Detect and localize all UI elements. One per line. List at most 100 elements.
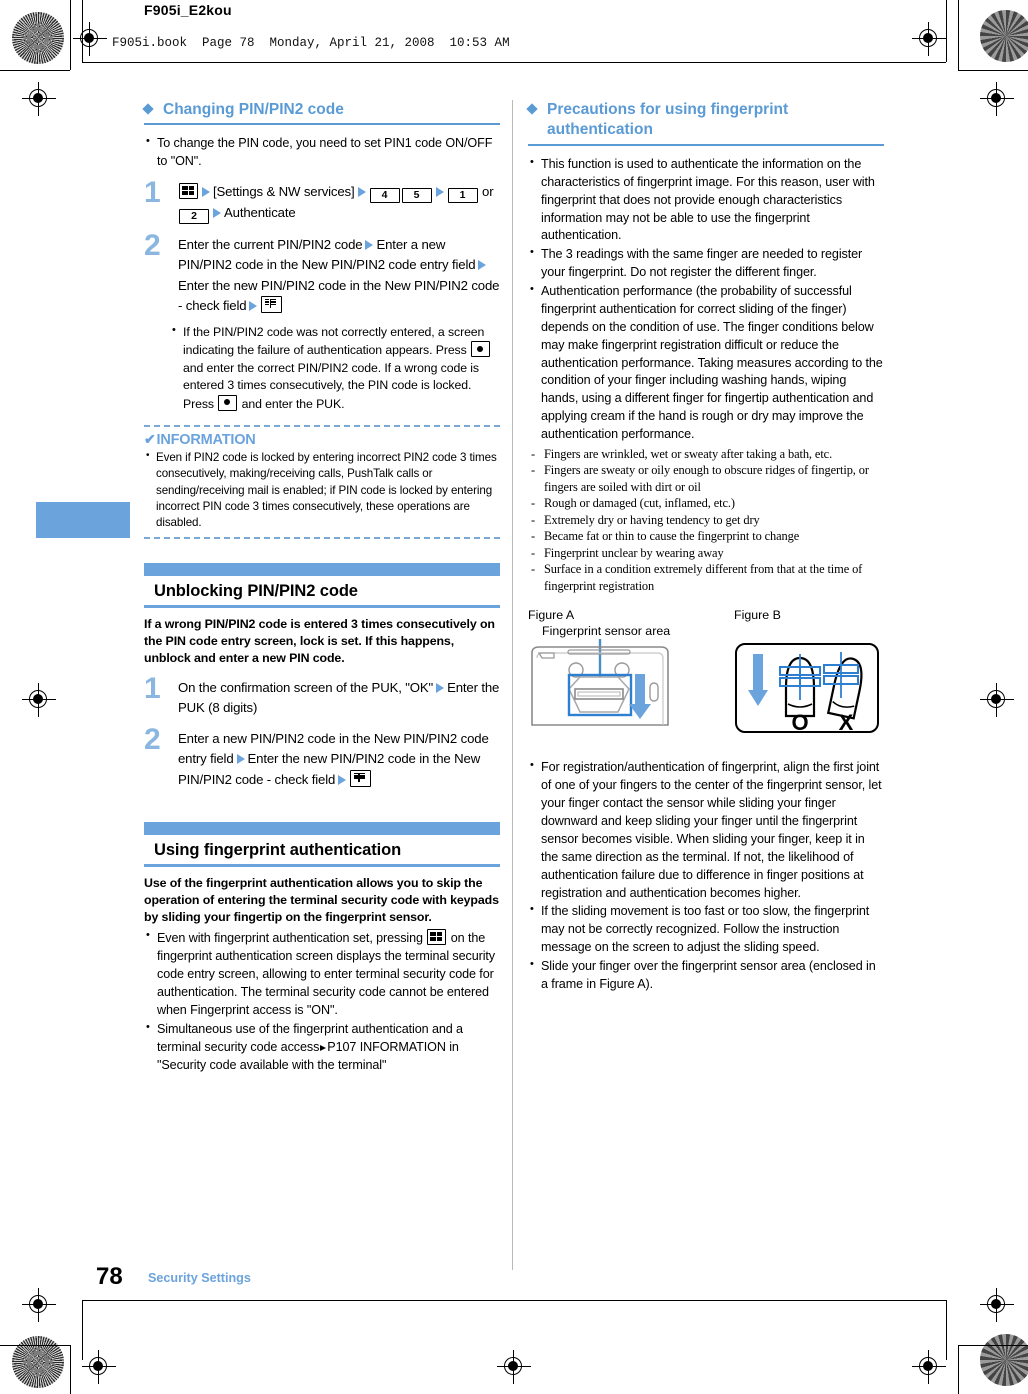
- step-body: On the confirmation screen of the PUK, "…: [178, 678, 500, 718]
- list-item: For registration/authentication of finge…: [528, 758, 884, 902]
- registration-mark-bottom-center: [497, 1350, 531, 1384]
- list-item: Fingers are wrinkled, wet or sweaty afte…: [528, 446, 884, 463]
- heading-precautions-fingerprint: Precautions for using fingerprint authen…: [526, 100, 884, 141]
- figure-b-diagram: O X: [735, 643, 879, 735]
- list-item: Even with fingerprint authentication set…: [144, 928, 500, 1019]
- figures-area: Figure A Fingerprint sensor area Figure …: [528, 608, 884, 753]
- menu-key-icon: [179, 183, 198, 200]
- section-bottom-rule: [144, 863, 500, 867]
- registration-mark-top-left: [73, 22, 107, 56]
- step-text-1: [Settings & NW services]: [213, 184, 355, 200]
- list-item: Rough or damaged (cut, inflamed, etc.): [528, 495, 884, 512]
- subbullet-text-3: and enter the PUK.: [241, 396, 345, 411]
- arrow-icon: [435, 187, 444, 198]
- column-divider: [512, 100, 513, 1270]
- diamond-bullet-icon: [526, 103, 538, 115]
- registration-mark-mid-left: [22, 683, 56, 717]
- arrow-icon: [357, 187, 366, 198]
- intro-bullet-list: To change the PIN code, you need to set …: [144, 134, 500, 171]
- step-text-2: Authenticate: [224, 205, 296, 221]
- figure-b-label: Figure B: [734, 608, 781, 623]
- bullet-text-before: Even with fingerprint authentication set…: [157, 931, 423, 946]
- crop-mark-tl-v: [70, 0, 72, 70]
- header-rule-right: [946, 0, 948, 62]
- step-text-1: On the confirmation screen of the PUK, "…: [178, 679, 434, 695]
- section-unblocking-pin: Unblocking PIN/PIN2 code: [144, 563, 500, 609]
- section-using-fingerprint: Using fingerprint authentication: [144, 821, 500, 867]
- crop-mark-bl-h: [0, 1345, 70, 1347]
- registration-mark-top-right: [912, 22, 946, 56]
- select-key-icon: [218, 394, 238, 411]
- book-key-icon: [261, 295, 283, 313]
- information-title-text: INFORMATION: [156, 432, 256, 449]
- step-body: [Settings & NW services] 4 5 1 or 2 Authentic…: [178, 182, 500, 225]
- footer-rule-left: [82, 1300, 84, 1360]
- step-body: Enter the current PIN/PIN2 code Enter a n…: [178, 235, 500, 316]
- list-item: This function is used to authenticate th…: [528, 155, 884, 245]
- finger-conditions-list: Fingers are wrinkled, wet or sweaty afte…: [528, 446, 884, 595]
- list-item: Authentication performance (the probabil…: [528, 282, 884, 444]
- list-item: If the sliding movement is too fast or t…: [528, 902, 884, 957]
- registration-mark-bottom-right: [912, 1350, 946, 1384]
- list-item: Fingerprint unclear by wearing away: [528, 545, 884, 562]
- step-number: 1: [144, 671, 161, 705]
- arrow-icon: [436, 682, 445, 693]
- arrow-icon: [202, 187, 210, 198]
- footer-rule: [82, 1300, 946, 1302]
- step-1-changing-pin: 1 [Settings & NW services] 4 5 1 or 2 Authent…: [144, 178, 500, 225]
- figure-b-ng-mark: X: [839, 710, 854, 735]
- registration-mark-upper-right: [980, 82, 1014, 116]
- section-intro-text: If a wrong PIN/PIN2 code is entered 3 ti…: [144, 617, 495, 666]
- key-4: 4: [369, 188, 400, 204]
- figure-a-label: Figure A: [528, 608, 575, 623]
- list-item: Fingers are sweaty or oily enough to obs…: [528, 462, 884, 495]
- crop-mark-tr-h: [958, 70, 1028, 72]
- menu-key-icon: [427, 929, 447, 946]
- diamond-bullet-icon: [142, 103, 154, 115]
- key-1: 1: [447, 188, 478, 204]
- list-item: Even if PIN2 code is locked by entering …: [144, 449, 500, 531]
- figure-b: Figure B O X: [734, 608, 884, 743]
- fingerprint-bullet-list: Even with fingerprint authentication set…: [144, 928, 500, 1075]
- list-item: To change the PIN code, you need to set …: [144, 134, 500, 171]
- arrow-icon: [236, 754, 245, 765]
- registration-mark-lower-right: [980, 1288, 1014, 1322]
- crop-mark-br-h: [958, 1345, 1028, 1347]
- figure-a: Figure A Fingerprint sensor area: [528, 608, 718, 734]
- section-title: Using fingerprint authentication: [154, 840, 402, 859]
- list-item: The 3 readings with the same finger are …: [528, 245, 884, 282]
- arrow-icon: [365, 240, 374, 251]
- list-item: Simultaneous use of the fingerprint auth…: [144, 1020, 500, 1075]
- step-2-changing-pin: 2 Enter the current PIN/PIN2 code Enter a…: [144, 231, 500, 316]
- step-or-text: or: [482, 184, 494, 200]
- section-bottom-rule: [144, 605, 500, 609]
- print-rosette-bottom-left: [12, 1336, 64, 1388]
- step-number: 1: [144, 176, 161, 210]
- arrow-icon: [478, 260, 487, 271]
- crop-mark-br-v: [958, 1345, 960, 1394]
- step-text-3: Enter the new PIN/PIN2 code in the New P…: [178, 277, 500, 313]
- arrow-icon: [249, 300, 258, 311]
- heading-text: Changing PIN/PIN2 code: [163, 101, 344, 118]
- information-top-divider: [144, 425, 500, 428]
- section-top-bar: [144, 563, 500, 577]
- reference-arrow-icon: [320, 1044, 327, 1051]
- heading-changing-pin: Changing PIN/PIN2 code: [142, 100, 500, 120]
- list-item: Slide your finger over the fingerprint s…: [528, 957, 884, 994]
- registration-mark-bottom-left: [82, 1350, 116, 1384]
- list-item: Surface in a condition extremely differe…: [528, 561, 884, 594]
- list-item: Extremely dry or having tendency to get …: [528, 512, 884, 529]
- header-rule: [82, 62, 946, 64]
- list-item: If the PIN/PIN2 code was not correctly e…: [170, 323, 500, 413]
- registration-mark-mid-right: [980, 683, 1014, 717]
- figure-b-ok-mark: O: [791, 710, 808, 735]
- check-icon: ✔: [144, 431, 156, 448]
- post-figure-bullet-list: For registration/authentication of finge…: [528, 758, 884, 994]
- step-2-unblocking: 2 Enter a new PIN/PIN2 code in the New P…: [144, 725, 500, 790]
- print-rosette-top-right: [980, 10, 1028, 62]
- section-top-bar: [144, 821, 500, 835]
- information-title: ✔INFORMATION: [144, 431, 500, 448]
- step-number: 2: [144, 229, 161, 263]
- footer-rule-right: [946, 1300, 948, 1360]
- information-block: ✔INFORMATION Even if PIN2 code is locked…: [144, 425, 500, 540]
